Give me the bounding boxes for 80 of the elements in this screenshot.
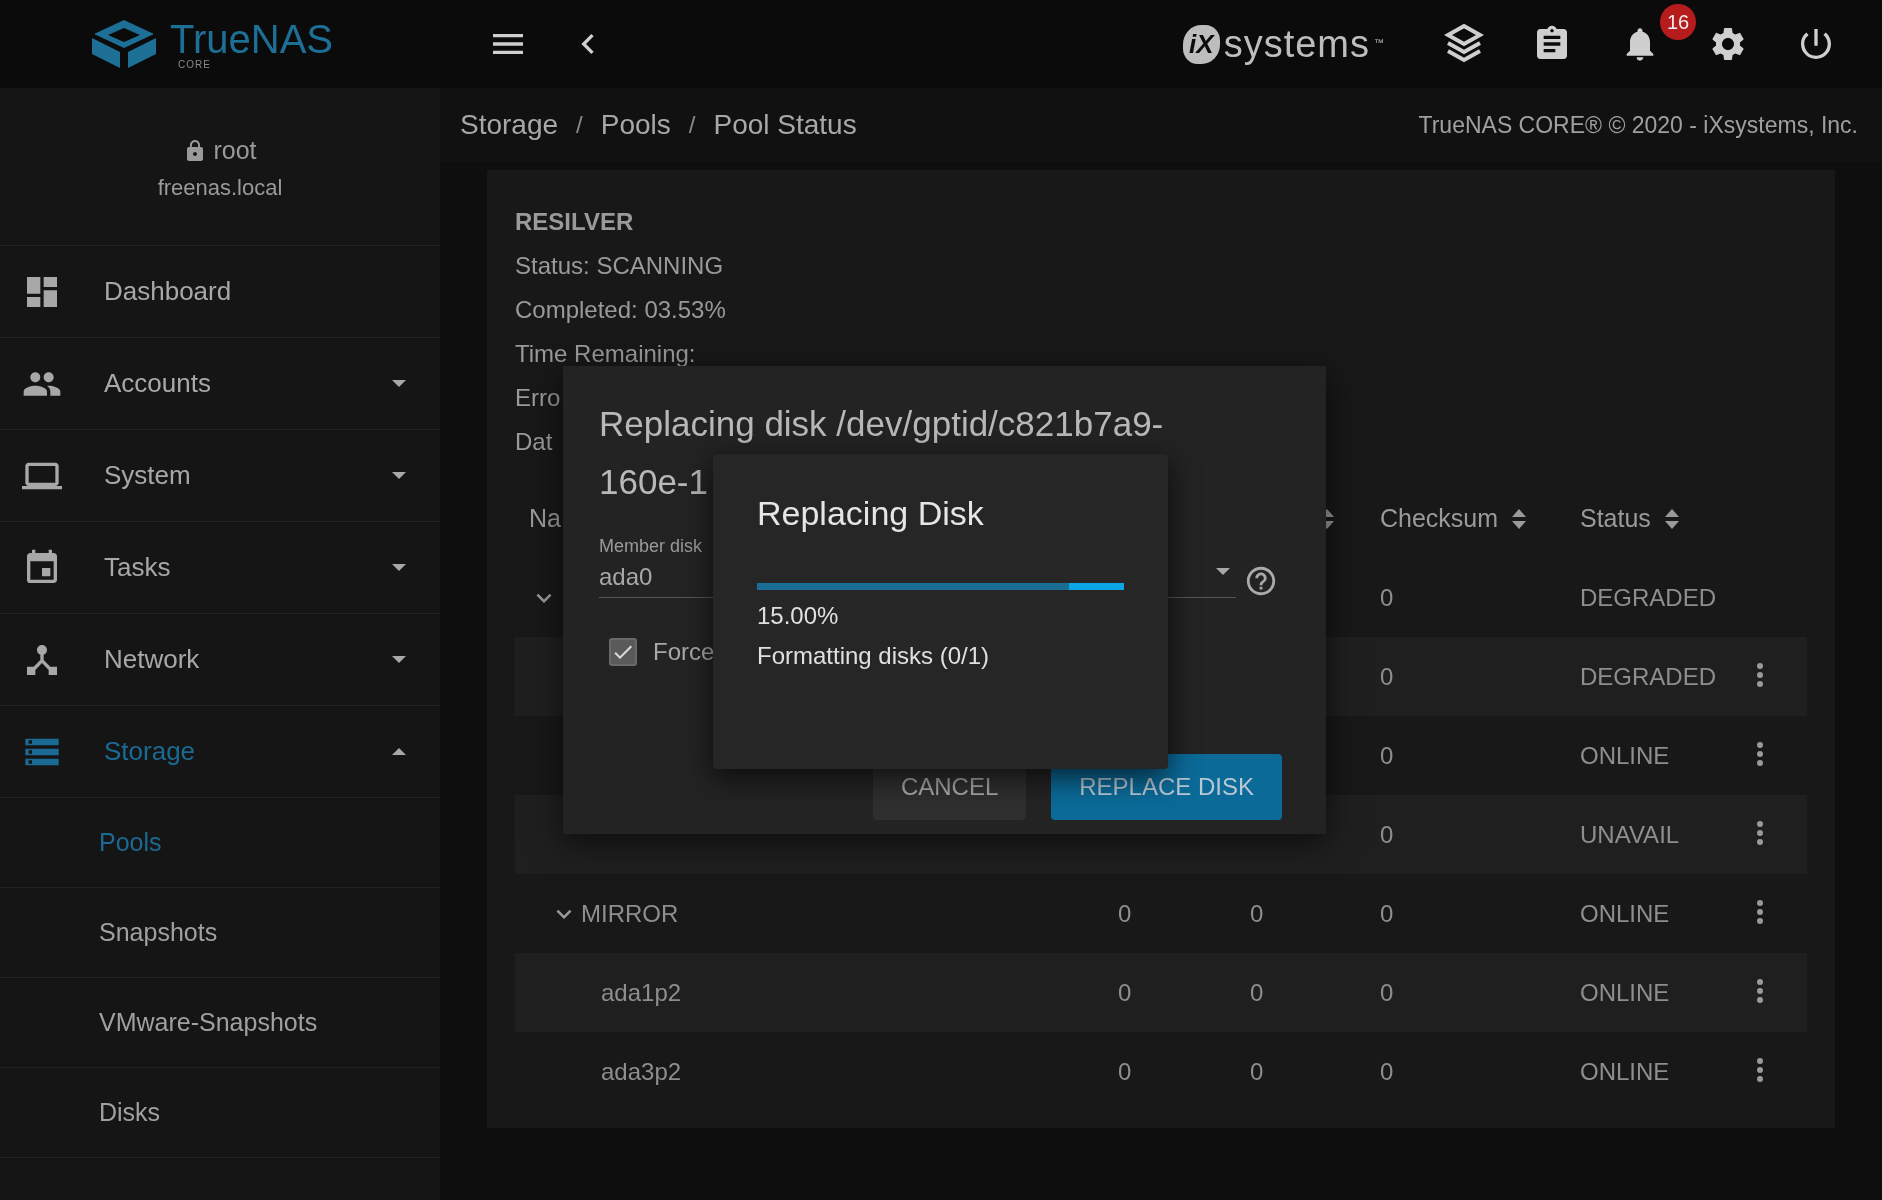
more-button[interactable] — [1756, 661, 1764, 688]
help-icon[interactable] — [1244, 564, 1278, 598]
resilver-line: Status: SCANNING — [515, 251, 724, 281]
breadcrumb-link[interactable]: Storage — [460, 109, 559, 141]
dialog-title: Replacing Disk — [757, 494, 985, 533]
user-name: root — [213, 136, 257, 165]
table-cell-text: 0 — [1249, 978, 1265, 1007]
checkbox-label: Force — [653, 638, 715, 666]
force-checkbox[interactable] — [609, 638, 637, 666]
table-cell-text: 0 — [1379, 741, 1395, 770]
nav-subitem[interactable]: Snapshots — [0, 888, 440, 978]
table-cell-text: 0 — [1379, 1057, 1395, 1086]
table-cell-text: 0 — [1379, 978, 1395, 1007]
stack-button[interactable] — [1444, 23, 1484, 65]
table-cell-text: UNAVAIL — [1579, 820, 1681, 849]
breadcrumb-link[interactable]: Pool Status — [713, 109, 857, 141]
more-icon — [1756, 819, 1764, 846]
section-heading: RESILVER — [515, 207, 634, 237]
table-cell-text: 0 — [1379, 662, 1395, 691]
more-button[interactable] — [1756, 1056, 1764, 1083]
table-cell-text: 0 — [1117, 978, 1133, 1007]
stack-icon — [1444, 23, 1484, 65]
more-icon — [1756, 740, 1764, 767]
table-cell: MIRROR — [581, 899, 679, 928]
dialog-title: 160e-1 — [599, 461, 708, 503]
column-header[interactable]: Status — [1580, 504, 1651, 533]
trademark: ™ — [1374, 36, 1384, 48]
caret-icon — [1216, 568, 1230, 575]
field-label: Member disk — [599, 536, 704, 557]
nav-item[interactable]: Network — [0, 614, 440, 706]
nav-subitem[interactable]: Disks — [0, 1068, 440, 1158]
table-cell-text: DEGRADED — [1579, 583, 1718, 612]
table-cell-text: ada1p2 — [600, 978, 682, 1007]
progress-percent: 15.00% — [757, 602, 839, 630]
more-button[interactable] — [1756, 977, 1764, 1004]
table-cell-text: 0 — [1379, 820, 1395, 849]
breadcrumb-link[interactable]: Pools — [600, 109, 671, 141]
resilver-line: Completed: 03.53% — [515, 295, 726, 325]
table-cell-text: 0 — [1379, 583, 1395, 612]
more-button[interactable] — [1756, 740, 1764, 767]
more-icon — [1756, 1056, 1764, 1083]
nav-subitem[interactable]: VMware-Snapshots — [0, 978, 440, 1068]
more-icon — [1756, 977, 1764, 1004]
more-button[interactable] — [1756, 819, 1764, 846]
table-cell-text: ONLINE — [1579, 978, 1671, 1007]
more-icon — [1756, 898, 1764, 925]
nav-item[interactable]: Accounts — [0, 338, 440, 430]
table-cell-text: ada3p2 — [600, 1057, 682, 1086]
table-cell-text: 0 — [1379, 899, 1395, 928]
breadcrumb-separator: / — [576, 111, 583, 139]
breadcrumb-separator: / — [688, 111, 696, 139]
vendor-mark: iX — [1183, 24, 1220, 64]
nav-item[interactable]: System — [0, 430, 440, 522]
nav-item[interactable]: Tasks — [0, 522, 440, 614]
logo-name: TrueNAS — [170, 18, 333, 59]
table-cell-text: 0 — [1117, 1057, 1133, 1086]
table-cell-text: ONLINE — [1579, 899, 1671, 928]
resilver-line: Time Remaining: — [515, 339, 696, 369]
resilver-line: Dat — [515, 427, 553, 457]
table-cell-text: DEGRADED — [1579, 662, 1718, 691]
sort-icon[interactable] — [1512, 508, 1527, 529]
table-cell-text: 0 — [1249, 899, 1265, 928]
notification-count: 16 — [1660, 4, 1696, 40]
more-icon — [1756, 661, 1764, 688]
nav-item[interactable]: Dashboard — [0, 246, 440, 338]
resilver-line: Erro — [515, 383, 561, 413]
copyright: TrueNAS CORE® © 2020 - iXsystems, Inc. — [1418, 111, 1858, 139]
vendor-name: systems — [1223, 22, 1370, 66]
logo-icon — [90, 18, 158, 70]
column-header[interactable]: Checksum — [1380, 504, 1499, 533]
host-name: freenas.local — [157, 175, 283, 201]
table-cell-text: 0 — [1117, 899, 1133, 928]
logo-edition: CORE — [178, 58, 211, 70]
table-cell-text: ONLINE — [1579, 1057, 1671, 1086]
progress-message: Formatting disks (0/1) — [757, 642, 990, 670]
table-cell-text: 0 — [1249, 1057, 1265, 1086]
dialog-title: Replacing disk /dev/gptid/c821b7a9- — [599, 403, 1164, 445]
sort-icon[interactable] — [1664, 508, 1679, 529]
table-cell-text: ONLINE — [1579, 741, 1671, 770]
more-button[interactable] — [1756, 898, 1764, 925]
